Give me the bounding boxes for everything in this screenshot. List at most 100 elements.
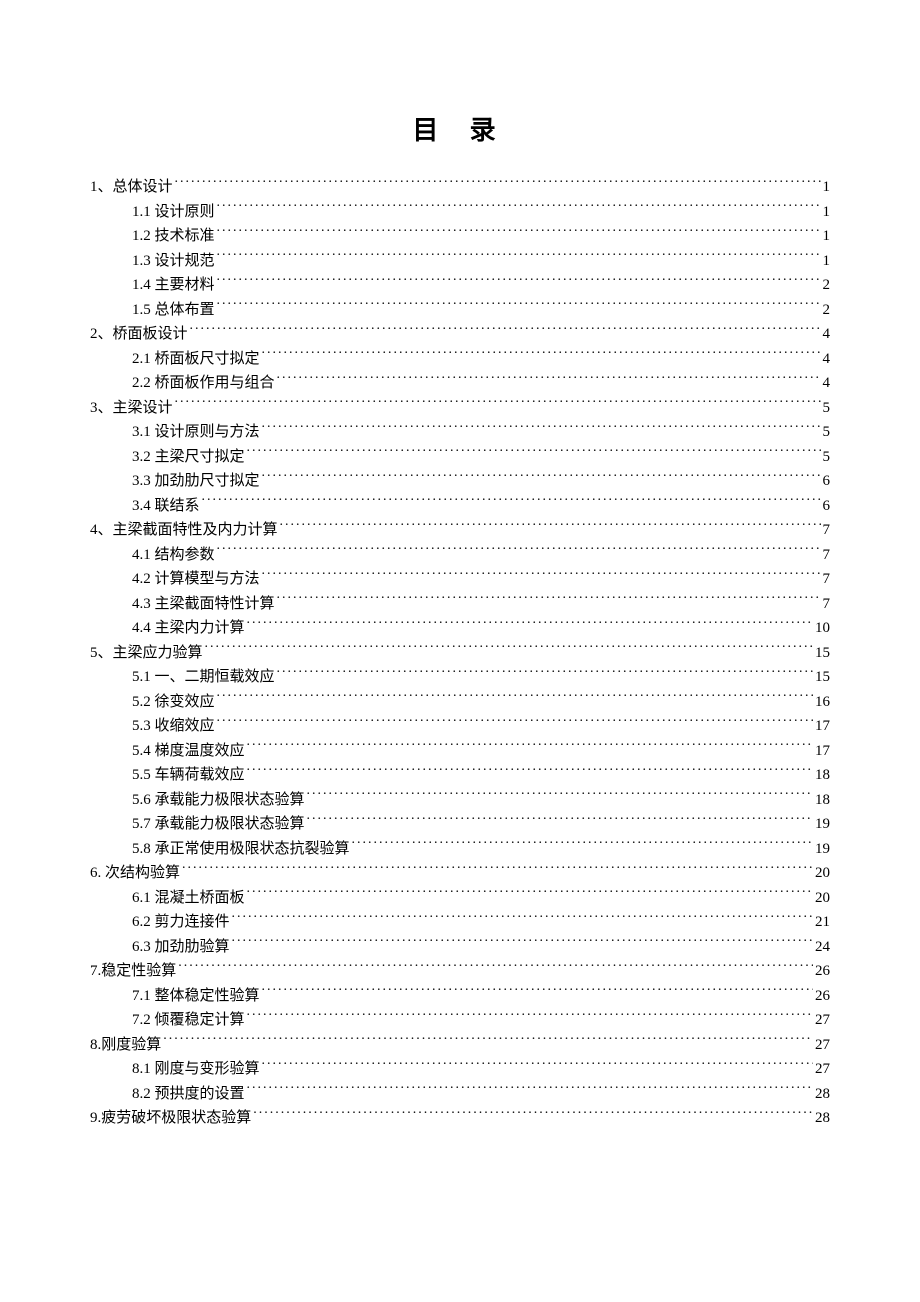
toc-page-number: 26: [815, 959, 830, 984]
toc-entry[interactable]: 4.2 计算模型与方法7: [90, 567, 830, 592]
toc-entry[interactable]: 4.3 主梁截面特性计算 7: [90, 592, 830, 617]
toc-entry[interactable]: 6.3 加劲肋验算 24: [90, 935, 830, 960]
toc-entry[interactable]: 7.1 整体稳定性验算26: [90, 984, 830, 1009]
toc-entry[interactable]: 3.2 主梁尺寸拟定5: [90, 445, 830, 470]
toc-entry[interactable]: 2.2 桥面板作用与组合4: [90, 371, 830, 396]
toc-label: 6.1 混凝土桥面板: [132, 886, 245, 911]
toc-page-number: 6: [823, 469, 831, 494]
toc-entry[interactable]: 1、总体设计1: [90, 175, 830, 200]
toc-leader-dots: [178, 960, 813, 975]
toc-entry[interactable]: 2、桥面板设计4: [90, 322, 830, 347]
toc-leader-dots: [217, 201, 821, 216]
toc-entry[interactable]: 1.2 技术标准 1: [90, 224, 830, 249]
toc-page-number: 19: [815, 812, 830, 837]
toc-label: 1.2 技术标准: [132, 224, 215, 249]
toc-page-number: 20: [815, 861, 830, 886]
toc-entry[interactable]: 7.2 倾覆稳定计算27: [90, 1008, 830, 1033]
toc-page-number: 18: [815, 788, 830, 813]
toc-entry[interactable]: 5.5 车辆荷载效应 18: [90, 763, 830, 788]
toc-page-number: 1: [823, 175, 831, 200]
toc-entry[interactable]: 6. 次结构验算 20: [90, 861, 830, 886]
toc-entry[interactable]: 5.8 承正常使用极限状态抗裂验算19: [90, 837, 830, 862]
toc-leader-dots: [205, 642, 813, 657]
toc-page-number: 7: [823, 592, 831, 617]
toc-page-number: 27: [815, 1033, 830, 1058]
toc-label: 4.4 主梁内力计算: [132, 616, 245, 641]
toc-entry[interactable]: 2.1 桥面板尺寸拟定4: [90, 347, 830, 372]
toc-entry[interactable]: 5.1 一、二期恒载效应15: [90, 665, 830, 690]
toc-entry[interactable]: 5.6 承载能力极限状态验算 18: [90, 788, 830, 813]
toc-leader-dots: [247, 617, 813, 632]
toc-entry[interactable]: 3、主梁设计5: [90, 396, 830, 421]
toc-label: 1.5 总体布置: [132, 298, 215, 323]
toc-leader-dots: [175, 397, 821, 412]
toc-page-number: 17: [815, 739, 830, 764]
toc-page-number: 26: [815, 984, 830, 1009]
toc-leader-dots: [202, 495, 821, 510]
toc-leader-dots: [232, 936, 813, 951]
toc-entry[interactable]: 9.疲劳破坏极限状态验算28: [90, 1106, 830, 1131]
toc-entry[interactable]: 5.4 梯度温度效应17: [90, 739, 830, 764]
toc-entry[interactable]: 5.3 收缩效应17: [90, 714, 830, 739]
toc-label: 4.1 结构参数: [132, 543, 215, 568]
toc-label: 5.6 承载能力极限状态验算: [132, 788, 305, 813]
toc-page-number: 6: [823, 494, 831, 519]
toc-entry[interactable]: 1.1 设计原则1: [90, 200, 830, 225]
toc-entry[interactable]: 6.1 混凝土桥面板 20: [90, 886, 830, 911]
toc-leader-dots: [217, 691, 813, 706]
toc-leader-dots: [262, 421, 821, 436]
toc-leader-dots: [217, 715, 813, 730]
toc-page-number: 20: [815, 886, 830, 911]
toc-page-number: 5: [823, 445, 831, 470]
toc-label: 8.1 刚度与变形验算: [132, 1057, 260, 1082]
table-of-contents: 1、总体设计11.1 设计原则11.2 技术标准11.3 设计规范11.4 主要…: [90, 175, 830, 1131]
toc-entry[interactable]: 1.4 主要材料2: [90, 273, 830, 298]
toc-entry[interactable]: 4.4 主梁内力计算 10: [90, 616, 830, 641]
toc-page-number: 18: [815, 763, 830, 788]
toc-entry[interactable]: 8.2 预拱度的设置28: [90, 1082, 830, 1107]
toc-leader-dots: [232, 911, 813, 926]
toc-page-number: 2: [823, 273, 831, 298]
toc-entry[interactable]: 3.1 设计原则与方法5: [90, 420, 830, 445]
toc-page-number: 16: [815, 690, 830, 715]
toc-page-number: 24: [815, 935, 830, 960]
toc-entry[interactable]: 3.4 联结系 6: [90, 494, 830, 519]
toc-entry[interactable]: 3.3 加劲肋尺寸拟定 6: [90, 469, 830, 494]
toc-label: 9.疲劳破坏极限状态验算: [90, 1106, 251, 1131]
toc-label: 4.2 计算模型与方法: [132, 567, 260, 592]
toc-label: 6.3 加劲肋验算: [132, 935, 230, 960]
toc-entry[interactable]: 1.5 总体布置2: [90, 298, 830, 323]
toc-leader-dots: [175, 176, 821, 191]
toc-label: 6. 次结构验算: [90, 861, 180, 886]
toc-label: 1.1 设计原则: [132, 200, 215, 225]
toc-page-number: 1: [823, 224, 831, 249]
toc-label: 4.3 主梁截面特性计算: [132, 592, 275, 617]
toc-page-number: 17: [815, 714, 830, 739]
toc-label: 7.2 倾覆稳定计算: [132, 1008, 245, 1033]
toc-entry[interactable]: 1.3 设计规范1: [90, 249, 830, 274]
toc-entry[interactable]: 5.7 承载能力极限状态验算19: [90, 812, 830, 837]
toc-page-number: 15: [815, 641, 830, 666]
toc-label: 3、主梁设计: [90, 396, 173, 421]
toc-leader-dots: [262, 985, 813, 1000]
toc-page-number: 5: [823, 420, 831, 445]
toc-leader-dots: [190, 323, 821, 338]
toc-entry[interactable]: 5.2 徐变效应 16: [90, 690, 830, 715]
toc-entry[interactable]: 8.刚度验算27: [90, 1033, 830, 1058]
toc-leader-dots: [247, 446, 821, 461]
toc-entry[interactable]: 7.稳定性验算26: [90, 959, 830, 984]
toc-label: 3.3 加劲肋尺寸拟定: [132, 469, 260, 494]
toc-entry[interactable]: 5、主梁应力验算 15: [90, 641, 830, 666]
toc-leader-dots: [217, 299, 821, 314]
toc-leader-dots: [262, 568, 821, 583]
toc-entry[interactable]: 4.1 结构参数7: [90, 543, 830, 568]
toc-label: 5、主梁应力验算: [90, 641, 203, 666]
toc-label: 5.2 徐变效应: [132, 690, 215, 715]
toc-page-number: 10: [815, 616, 830, 641]
toc-label: 3.4 联结系: [132, 494, 200, 519]
toc-label: 5.5 车辆荷载效应: [132, 763, 245, 788]
toc-entry[interactable]: 8.1 刚度与变形验算27: [90, 1057, 830, 1082]
toc-entry[interactable]: 6.2 剪力连接件21: [90, 910, 830, 935]
toc-entry[interactable]: 4、主梁截面特性及内力计算7: [90, 518, 830, 543]
toc-leader-dots: [217, 274, 821, 289]
